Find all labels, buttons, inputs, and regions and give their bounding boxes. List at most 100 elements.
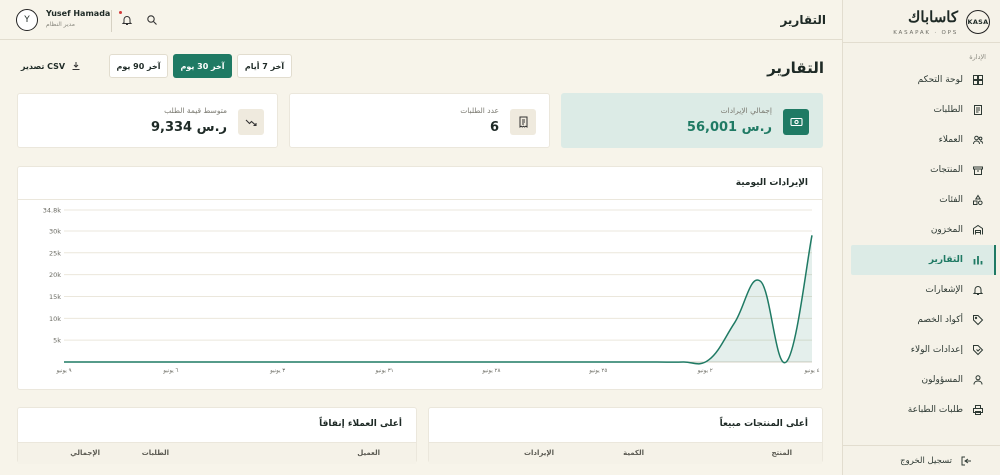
x-tick-label: ٢٨ يونيو (481, 368, 500, 374)
x-tick-label: ٣ يونيو (269, 368, 285, 374)
bell-icon (972, 284, 984, 296)
column-header-orders: الطلبات (141, 449, 169, 457)
divider (111, 10, 112, 32)
sidebar-item-label: الطلبات (933, 105, 963, 115)
x-tick-label: ٢٥ يونيو (588, 368, 607, 374)
sidebar-item-label: الإشعارات (925, 285, 963, 295)
logout-button[interactable]: تسجيل الخروج (843, 445, 1000, 475)
sidebar-item-inventory[interactable]: المخزون (843, 215, 1000, 245)
stat-card-revenue: إجمالي الإيرادات 56,001 ر.س (561, 93, 823, 148)
orders-icon (972, 104, 984, 116)
sidebar-item-label: طلبات الطباعة (907, 405, 963, 415)
customers-icon (972, 134, 984, 146)
sidebar: KASA كاساباك KASAPAK · OPS الإدارة لوحة … (842, 0, 1000, 475)
sidebar-item-label: المسؤولون (921, 375, 963, 385)
sidebar-item-label: التقارير (928, 255, 963, 265)
printer-icon (972, 404, 984, 416)
brand: KASA كاساباك KASAPAK · OPS (843, 0, 1000, 43)
sidebar-item-reports[interactable]: التقارير (851, 245, 996, 275)
column-header-quantity: الكمية (623, 449, 644, 457)
sidebar-item-label: لوحة التحكم (917, 75, 963, 85)
dashboard-icon (972, 74, 984, 86)
x-tick-label: ٦ يونيو (162, 368, 178, 374)
sidebar-item-bell[interactable]: الإشعارات (843, 275, 1000, 305)
y-tick-label: 34.8k (43, 207, 61, 215)
y-tick-label: 15k (49, 293, 61, 301)
table-title: أعلى العملاء إنفاقاً (319, 419, 402, 429)
sidebar-item-orders[interactable]: الطلبات (843, 95, 1000, 125)
top-customers-table: أعلى العملاء إنفاقاً العميل الطلبات الإج… (17, 407, 417, 464)
daily-revenue-chart-card: الإيرادات اليومية 34.8k 30k 25k 20k 15k 10k 5k… (17, 166, 823, 390)
products-icon (972, 164, 984, 176)
sidebar-item-categories[interactable]: الفئات (843, 185, 1000, 215)
money-icon (783, 109, 809, 135)
sidebar-item-admins[interactable]: المسؤولون (843, 365, 1000, 395)
export-csv-button[interactable]: تصدير CSV (16, 54, 86, 78)
area-fill (64, 235, 812, 364)
brand-name: كاساباك (908, 8, 958, 26)
daily-revenue-chart: 34.8k 30k 25k 20k 15k 10k 5k ٩ يونيو ٦ يونيو ٣ يو… (43, 207, 820, 375)
sidebar-nav: لوحة التحكم الطلبات العملاء المنتجات الفئات ا… (843, 65, 1000, 425)
column-header-total: الإجمالي (70, 449, 100, 457)
tag-icon (972, 314, 984, 326)
table-header: المنتج الكمية الإيرادات (429, 442, 822, 464)
stat-value: 6 (489, 120, 499, 135)
sidebar-item-label: العملاء (938, 135, 963, 145)
categories-icon (972, 194, 984, 206)
column-header-revenue: الإيرادات (523, 449, 554, 457)
x-tick-label: ٩ يونيو (55, 368, 71, 374)
table-header: العميل الطلبات الإجمالي (18, 442, 416, 464)
stat-card-orders: عدد الطلبات 6 (289, 93, 550, 148)
sidebar-item-customers[interactable]: العملاء (843, 125, 1000, 155)
stat-label: إجمالي الإيرادات (720, 106, 772, 115)
sidebar-item-tag[interactable]: أكواد الخصم (843, 305, 1000, 335)
column-header-customer: العميل (357, 449, 380, 457)
receipt-icon (510, 109, 536, 135)
y-tick-label: 20k (49, 271, 61, 279)
sidebar-item-dashboard[interactable]: لوحة التحكم (843, 65, 1000, 95)
sidebar-item-label: الفئات (939, 195, 963, 205)
y-tick-label: 5k (53, 337, 61, 345)
revenue-line (64, 235, 813, 365)
x-tick-label: ٢ يونيو (697, 368, 713, 374)
brand-logo: KASA (966, 10, 990, 34)
sidebar-item-printer[interactable]: طلبات الطباعة (843, 395, 1000, 425)
export-csv-label: تصدير CSV (20, 61, 66, 71)
nav-section-label: الإدارة (969, 53, 986, 61)
page-title: التقارير (767, 59, 824, 77)
search-icon[interactable] (146, 14, 158, 26)
sidebar-item-products[interactable]: المنتجات (843, 155, 1000, 185)
stat-label: متوسط قيمة الطلب (164, 106, 227, 115)
stat-card-average-order: متوسط قيمة الطلب 9,334 ر.س (17, 93, 278, 148)
logout-icon (960, 455, 972, 467)
download-icon (72, 62, 80, 70)
top-bar: التقارير Y Yusef Hamada مدير النظام (0, 0, 842, 40)
sidebar-item-label: أكواد الخصم (917, 315, 963, 325)
trend-icon (238, 109, 264, 135)
avatar[interactable]: Y (16, 9, 38, 31)
reports-icon (972, 254, 984, 266)
range-30-days-button[interactable]: آخر 30 يوم (173, 54, 232, 78)
stat-value: 9,334 ر.س (150, 120, 227, 135)
sidebar-item-label: المنتجات (930, 165, 963, 175)
y-tick-label: 25k (49, 249, 61, 257)
user-role: مدير النظام (46, 21, 76, 28)
range-7-days-button[interactable]: آخر 7 أيام (237, 54, 292, 78)
sidebar-item-loyalty[interactable]: إعدادات الولاء (843, 335, 1000, 365)
top-products-table: أعلى المنتجات مبيعاً المنتج الكمية الإير… (428, 407, 823, 464)
inventory-icon (972, 224, 984, 236)
y-tick-label: 30k (49, 227, 61, 235)
x-tick-label: ٣١ يونيو (375, 368, 394, 374)
brand-tagline: KASAPAK · OPS (893, 30, 958, 36)
column-header-product: المنتج (771, 449, 792, 457)
sidebar-item-label: إعدادات الولاء (910, 345, 963, 355)
sidebar-item-label: المخزون (930, 225, 963, 235)
chart-title: الإيرادات اليومية (735, 178, 808, 188)
logout-label: تسجيل الخروج (900, 455, 952, 466)
admins-icon (972, 374, 984, 386)
user-name: Yusef Hamada (46, 9, 111, 18)
loyalty-icon (972, 344, 984, 356)
stat-value: 56,001 ر.س (686, 120, 772, 135)
bell-icon[interactable] (121, 14, 133, 26)
range-90-days-button[interactable]: آخر 90 يوم (109, 54, 168, 78)
